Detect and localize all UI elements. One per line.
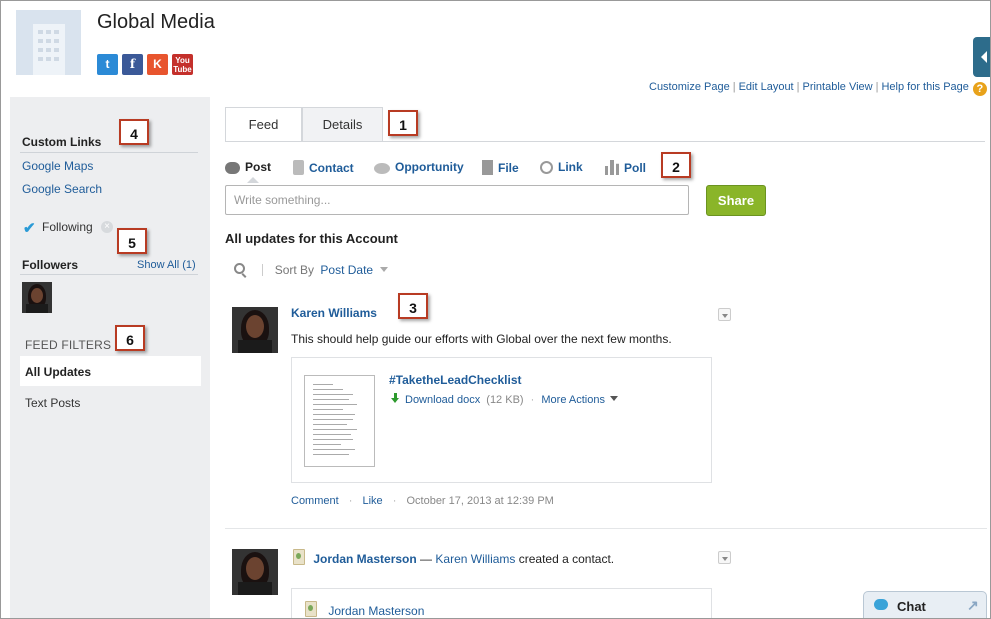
youtube-icon[interactable]: You Tube	[172, 54, 193, 75]
post-active-indicator	[225, 177, 282, 183]
followers-title: Followers	[22, 258, 79, 272]
edit-layout-link[interactable]: Edit Layout	[739, 81, 794, 93]
chat-widget[interactable]: Chat ↗	[863, 591, 987, 618]
post2-menu-dropdown[interactable]	[718, 551, 731, 564]
post-actions: Comment · Like · October 17, 2013 at 12:…	[291, 495, 554, 507]
post2-header: Jordan Masterson — Karen Williams create…	[293, 549, 614, 566]
file-title-link[interactable]: #TaketheLeadChecklist	[389, 373, 522, 387]
tab-underline	[225, 141, 985, 142]
contact-icon	[305, 601, 317, 617]
file-thumbnail[interactable]	[304, 375, 375, 467]
divider	[20, 152, 198, 153]
collapse-sidebar-tab[interactable]	[973, 37, 990, 77]
download-link[interactable]: Download docx	[405, 394, 480, 406]
help-link[interactable]: Help for this Page	[881, 81, 968, 93]
chevron-down-icon[interactable]	[380, 267, 389, 272]
post-author-link[interactable]: Karen Williams	[291, 306, 377, 320]
twitter-icon[interactable]: t	[97, 54, 118, 75]
callout-5: 5	[117, 228, 147, 254]
post-text: This should help guide our efforts with …	[291, 332, 672, 346]
tab-details[interactable]: Details	[302, 107, 383, 141]
publisher-post-action[interactable]: Post	[225, 160, 271, 174]
callout-4: 4	[119, 119, 149, 145]
divider	[20, 274, 198, 275]
filter-text-posts[interactable]: Text Posts	[25, 396, 80, 410]
callout-1: 1	[388, 110, 418, 136]
search-icon[interactable]	[234, 263, 245, 274]
publisher-link-action[interactable]: Link	[540, 160, 583, 174]
post2-author-link[interactable]: Jordan Masterson	[313, 552, 416, 566]
callout-2: 2	[661, 152, 691, 178]
google-search-link[interactable]: Google Search	[22, 182, 102, 196]
callout-3: 3	[398, 293, 428, 319]
post2-actor-link[interactable]: Karen Williams	[435, 552, 515, 566]
custom-links-title: Custom Links	[22, 135, 102, 149]
publisher-file-action[interactable]: File	[482, 160, 519, 175]
account-logo	[16, 10, 81, 75]
expand-icon[interactable]: ↗	[967, 597, 979, 614]
divider	[225, 528, 987, 529]
help-icon[interactable]: ?	[972, 82, 987, 96]
like-link[interactable]: Like	[362, 495, 382, 507]
publisher-poll-action[interactable]: Poll	[605, 160, 646, 175]
sort-post-date-dropdown[interactable]: Post Date	[320, 263, 373, 277]
account-title: Global Media	[97, 11, 215, 33]
google-maps-link[interactable]: Google Maps	[22, 159, 93, 173]
contact-icon	[293, 549, 305, 565]
contact-card-row: Jordan Masterson	[305, 601, 424, 618]
poll-icon	[605, 160, 619, 175]
comment-link[interactable]: Comment	[291, 495, 339, 507]
unfollow-icon[interactable]: ×	[101, 221, 113, 233]
klout-icon[interactable]: K	[147, 54, 168, 75]
speech-bubble-icon	[225, 162, 240, 174]
chevron-down-icon[interactable]	[609, 396, 618, 401]
karen-williams-avatar[interactable]	[232, 307, 278, 353]
feed-title: All updates for this Account	[225, 231, 398, 246]
post-input[interactable]: Write something...	[225, 185, 689, 215]
post-timestamp: October 17, 2013 at 12:39 PM	[406, 495, 554, 507]
file-icon	[482, 160, 493, 175]
publisher-opportunity-action[interactable]: Opportunity	[374, 160, 464, 174]
show-all-followers-link[interactable]: Show All (1)	[137, 259, 196, 271]
page-frame: Global Media t f K You Tube Customize Pag…	[0, 0, 991, 619]
page-links: Customize Page | Edit Layout | Printable Vie…	[649, 81, 987, 96]
filter-all-updates-label: All Updates	[25, 365, 92, 379]
share-button[interactable]: Share	[706, 185, 766, 216]
building-icon	[33, 24, 65, 75]
following-label: Following	[42, 220, 93, 234]
facebook-icon[interactable]: f	[122, 54, 143, 75]
coins-icon	[374, 163, 390, 174]
chat-bubble-icon	[874, 599, 888, 610]
checkmark-icon: ✔	[23, 220, 36, 237]
publisher-contact-action[interactable]: Contact	[293, 160, 354, 175]
contact-name-link[interactable]: Jordan Masterson	[328, 604, 424, 618]
tab-feed[interactable]: Feed	[225, 107, 302, 142]
customize-page-link[interactable]: Customize Page	[649, 81, 730, 93]
printable-view-link[interactable]: Printable View	[802, 81, 872, 93]
file-actions: Download docx (12 KB) · More Actions	[391, 393, 618, 406]
feed-filters-title: FEED FILTERS	[25, 338, 112, 352]
file-size: (12 KB)	[486, 394, 524, 406]
download-icon	[391, 393, 400, 404]
jordan-masterson-avatar[interactable]	[232, 549, 278, 595]
follower-avatar[interactable]	[22, 282, 52, 313]
link-icon	[540, 161, 553, 174]
post-menu-dropdown[interactable]	[718, 308, 731, 321]
contact-icon	[293, 160, 304, 175]
sort-bar: Sort By Post Date	[234, 263, 389, 277]
more-actions-link[interactable]: More Actions	[541, 394, 605, 406]
callout-6: 6	[115, 325, 145, 351]
